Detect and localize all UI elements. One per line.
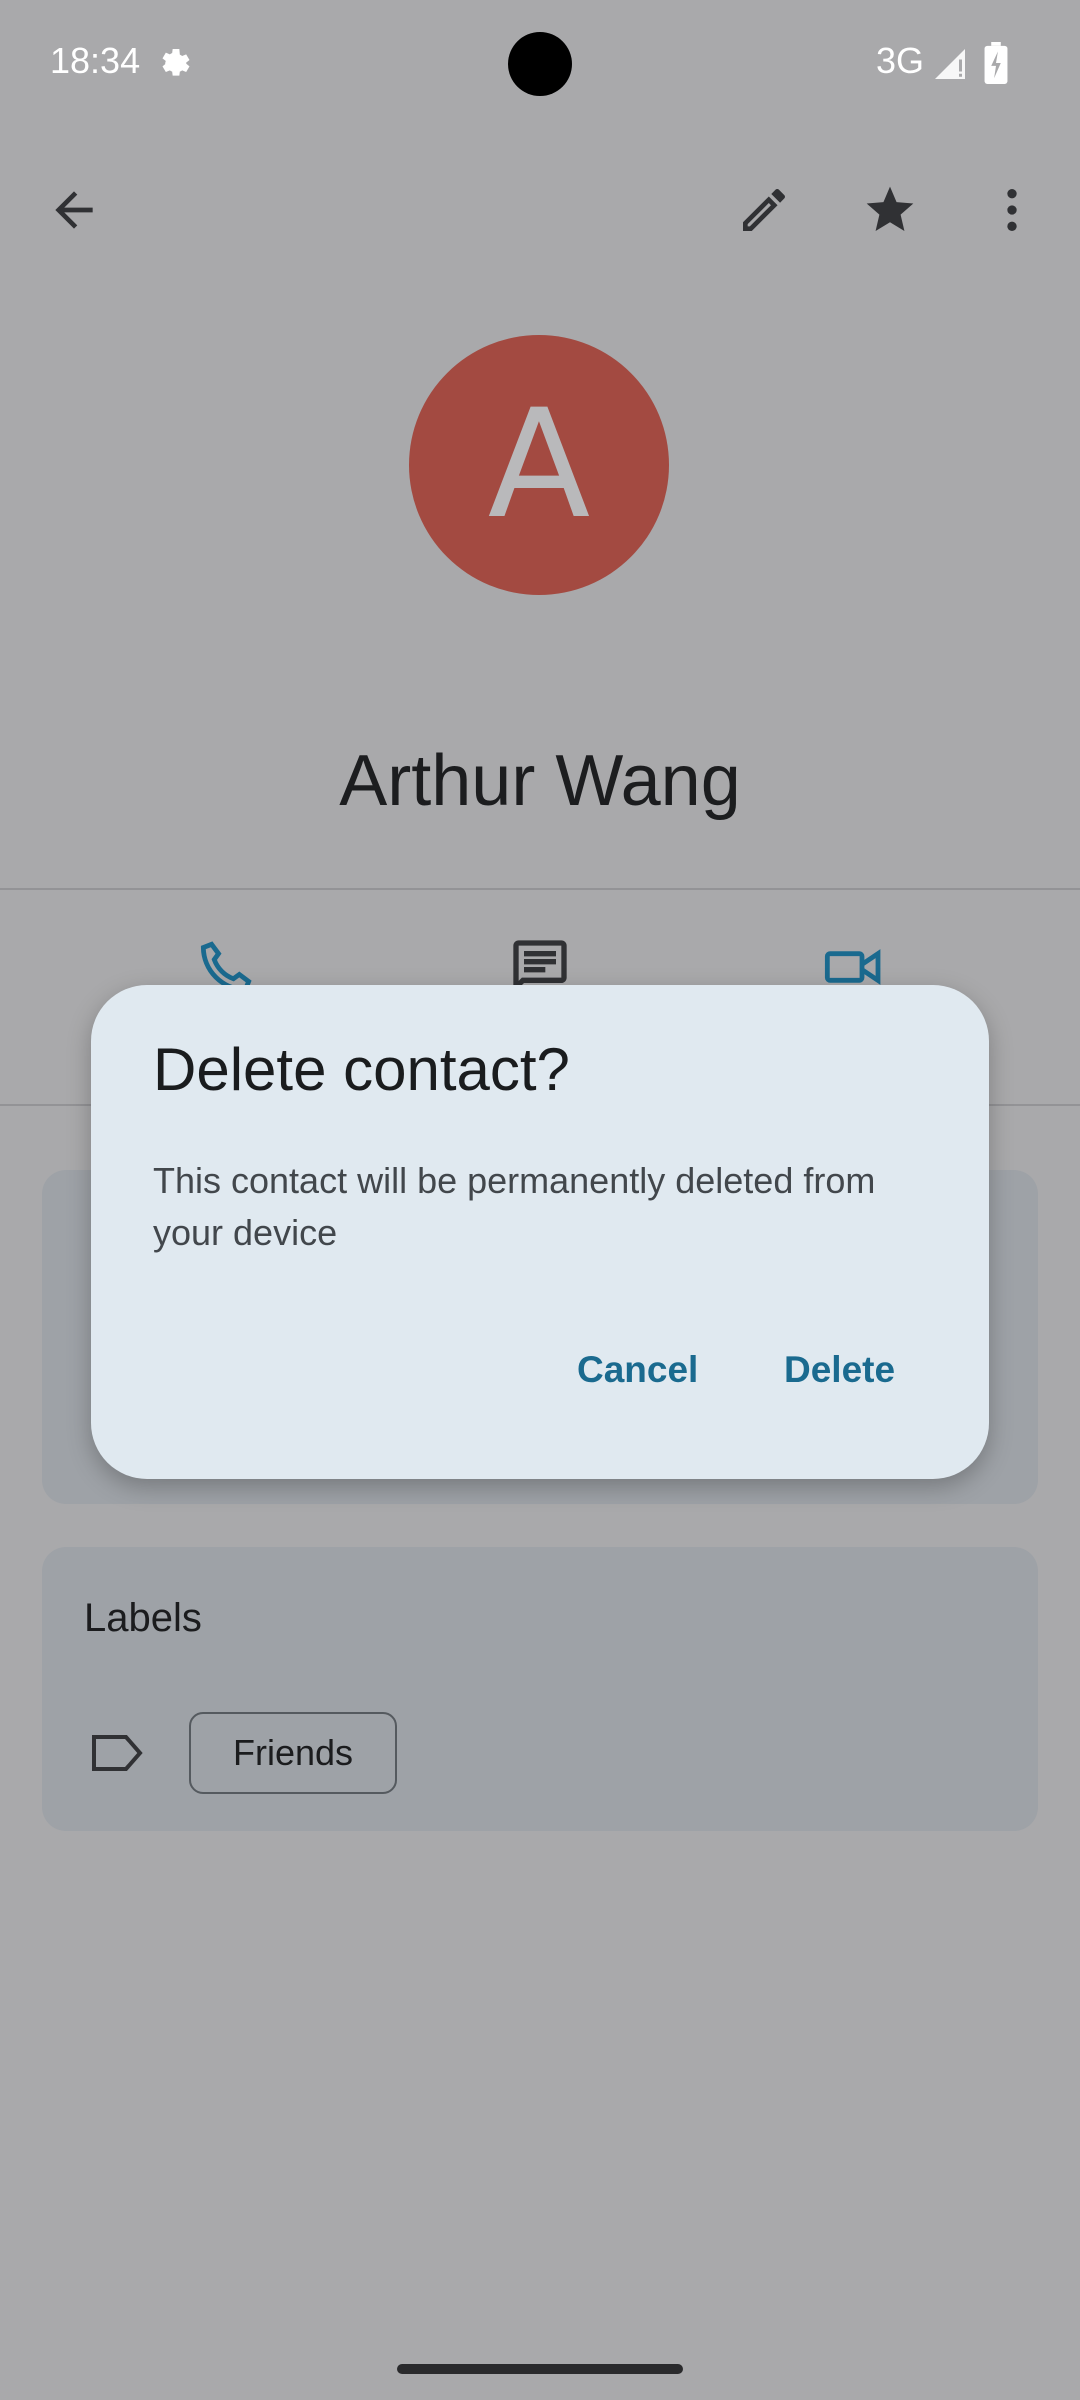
edit-pencil-icon <box>743 188 786 231</box>
more-options-button[interactable] <box>972 170 1052 250</box>
home-indicator[interactable] <box>397 2364 683 2374</box>
signal-icon <box>932 46 968 82</box>
network-type: 3G <box>876 40 925 81</box>
favorite-button[interactable] <box>850 170 930 250</box>
more-vert-icon <box>1007 189 1017 231</box>
battery-charging-icon <box>984 42 1008 84</box>
delete-contact-dialog: Delete contact? This contact will be per… <box>91 985 989 1479</box>
divider-top <box>0 888 1080 890</box>
contact-avatar: A <box>409 335 669 595</box>
label-icon <box>90 1733 144 1773</box>
settings-gear-icon <box>156 44 196 84</box>
cancel-button[interactable]: Cancel <box>577 1340 698 1400</box>
delete-button[interactable]: Delete <box>784 1340 895 1400</box>
back-button[interactable] <box>34 170 114 250</box>
back-arrow-icon <box>55 191 93 229</box>
label-chip-friends[interactable]: Friends <box>189 1712 397 1794</box>
star-icon <box>866 186 914 231</box>
camera-cutout <box>508 32 572 96</box>
status-time: 18:34 <box>50 40 141 81</box>
dialog-title: Delete contact? <box>153 1036 570 1103</box>
dialog-message: This contact will be permanently deleted… <box>153 1160 876 1253</box>
labels-title: Labels <box>84 1596 202 1640</box>
edit-button[interactable] <box>724 170 804 250</box>
contact-name: Arthur Wang <box>339 741 741 821</box>
